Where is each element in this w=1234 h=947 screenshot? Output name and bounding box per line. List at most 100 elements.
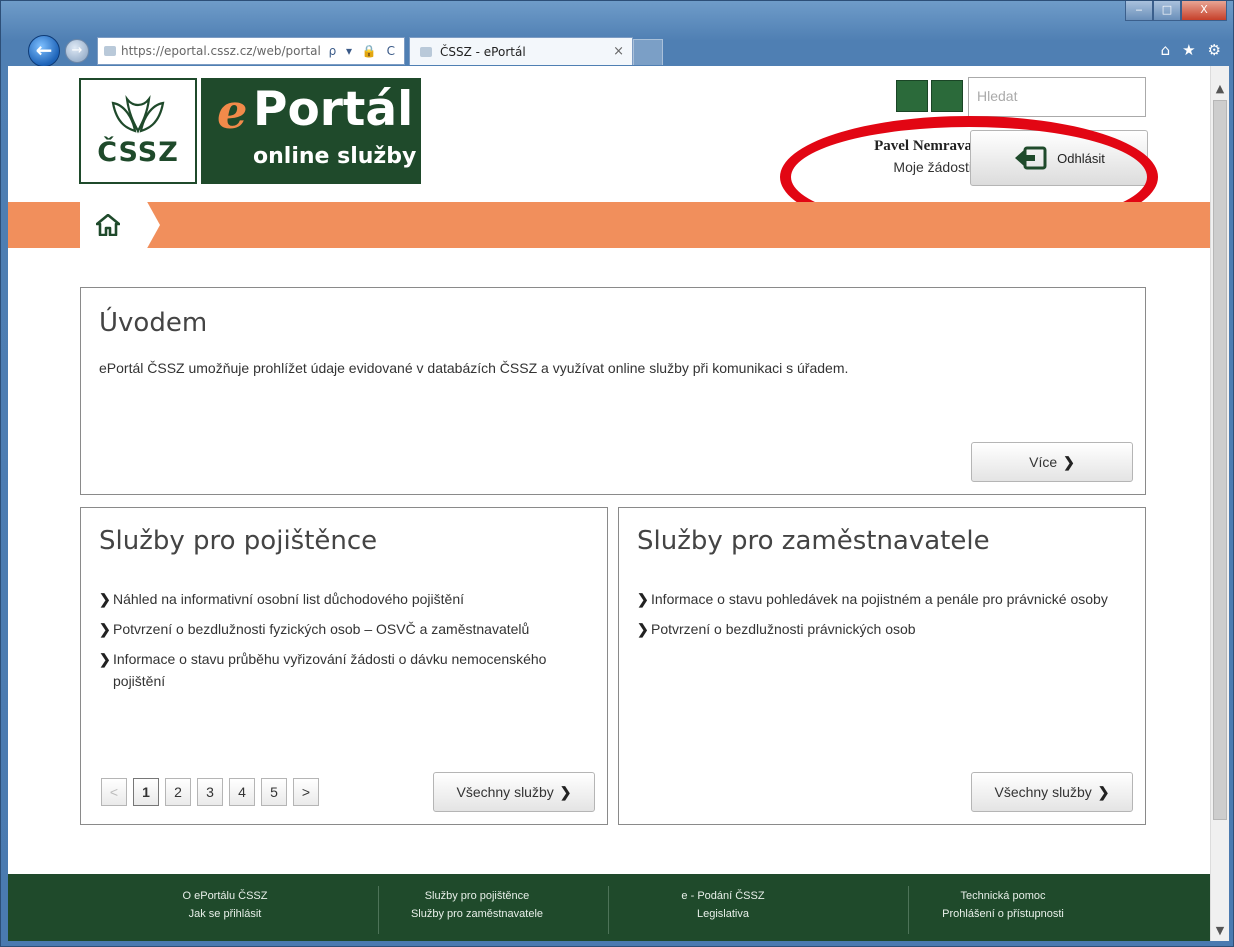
tab-favicon-icon (420, 46, 432, 57)
eportal-e: e (217, 84, 248, 140)
footer-link[interactable]: e - Podání ČSSZ (608, 890, 838, 902)
pager-page-1[interactable]: 1 (133, 778, 159, 806)
url-text[interactable]: https://eportal.cssz.cz/web/portal (121, 44, 323, 58)
chevron-right-icon: ❯ (99, 621, 111, 637)
service-link[interactable]: ❯ Potvrzení o bezdlužnosti právnických os… (637, 618, 1127, 640)
intro-title: Úvodem (99, 308, 208, 338)
minimize-button[interactable]: ‒ (1125, 1, 1153, 21)
all-services-label: Všechny služby (994, 784, 1092, 800)
scroll-down-icon[interactable]: ▼ (1211, 922, 1229, 939)
chevron-right-icon: ❯ (1097, 783, 1110, 800)
page-viewport: ČSSZ e Portál online služby Hledat Pavel… (8, 66, 1210, 941)
pager-page-5[interactable]: 5 (261, 778, 287, 806)
service-link[interactable]: ❯ Informace o stavu pohledávek na pojistn… (637, 588, 1127, 610)
footer-column-2: Služby pro pojištěnce Služby pro zaměstn… (362, 890, 592, 926)
font-decrease-button[interactable] (896, 80, 928, 112)
maximize-button[interactable]: □ (1153, 1, 1181, 21)
pager-page-2[interactable]: 2 (165, 778, 191, 806)
more-label: Více (1029, 454, 1058, 470)
tab-title: ČSSZ - ePortál (440, 44, 526, 59)
more-button[interactable]: Více ❯ (971, 442, 1133, 482)
eportal-subtitle: online služby (253, 144, 417, 169)
service-link[interactable]: ❯ Náhled na informativní osobní list důch… (99, 588, 579, 610)
user-info: Pavel Nemrava Moje žádosti (826, 138, 972, 175)
all-insured-services-button[interactable]: Všechny služby ❯ (433, 772, 595, 812)
star-icon[interactable]: ★ (1182, 41, 1195, 59)
footer-column-1: O ePortálu ČSSZ Jak se přihlásit (110, 890, 340, 926)
footer-link[interactable]: Legislativa (608, 908, 838, 920)
vertical-scrollbar[interactable]: ▲ ▼ (1210, 66, 1229, 941)
service-link-text: Informace o stavu pohledávek na pojistné… (651, 591, 1108, 607)
browser-titlebar: ← → https://eportal.cssz.cz/web/portal ρ… (1, 1, 1233, 67)
insured-services-title: Služby pro pojištěnce (99, 526, 378, 556)
chevron-right-icon: ❯ (559, 783, 572, 800)
scrollbar-thumb[interactable] (1213, 100, 1227, 820)
pager-page-3[interactable]: 3 (197, 778, 223, 806)
chevron-right-icon: ❯ (1063, 453, 1075, 470)
footer-link[interactable]: O ePortálu ČSSZ (110, 890, 340, 902)
footer-link[interactable]: Služby pro pojištěnce (362, 890, 592, 902)
service-link-text: Informace o stavu průběhu vyřizování žád… (113, 651, 547, 689)
cssz-logo: ČSSZ (79, 78, 197, 184)
chevron-right-icon: ❯ (99, 591, 111, 607)
navigation-bar (8, 202, 1210, 248)
footer-link[interactable]: Jak se přihlásit (110, 908, 340, 920)
footer: O ePortálu ČSSZ Jak se přihlásit Služby … (8, 874, 1210, 941)
footer-link[interactable]: Technická pomoc (888, 890, 1118, 902)
all-services-label: Všechny služby (456, 784, 554, 800)
forward-button[interactable]: → (65, 39, 89, 63)
site-favicon-icon (104, 46, 116, 56)
all-employer-services-button[interactable]: Všechny služby ❯ (971, 772, 1133, 812)
font-size-controls (896, 80, 963, 112)
chevron-right-icon: ❯ (637, 621, 649, 637)
search-input[interactable]: Hledat (968, 77, 1146, 117)
employer-services-panel: Služby pro zaměstnavatele ❯ Informace o s… (618, 507, 1146, 825)
eportal-logo[interactable]: ČSSZ e Portál online služby (79, 78, 421, 184)
arrow-left-icon: ← (35, 38, 53, 62)
cssz-flower-icon (111, 94, 165, 133)
my-requests-link[interactable]: Moje žádosti (826, 159, 972, 175)
employer-services-title: Služby pro zaměstnavatele (637, 526, 990, 556)
home-icon[interactable]: ⌂ (1161, 41, 1171, 59)
pager-next-button[interactable]: > (293, 778, 319, 806)
intro-panel: Úvodem ePortál ČSSZ umožňuje prohlížet ú… (80, 287, 1146, 495)
chevron-right-icon: ❯ (99, 651, 111, 667)
service-link-text: Potvrzení o bezdlužnosti právnických oso… (651, 621, 916, 637)
pager-page-4[interactable]: 4 (229, 778, 255, 806)
scroll-up-icon[interactable]: ▲ (1211, 80, 1229, 97)
service-link-text: Náhled na informativní osobní list důcho… (113, 591, 464, 607)
logout-label: Odhlásit (1057, 150, 1105, 166)
font-increase-button[interactable] (931, 80, 963, 112)
logout-button[interactable]: Odhlásit (970, 130, 1148, 186)
service-link[interactable]: ❯ Informace o stavu průběhu vyřizování žá… (99, 648, 579, 692)
gear-icon[interactable]: ⚙ (1208, 41, 1221, 59)
insured-services-list: ❯ Náhled na informativní osobní list důch… (99, 588, 579, 700)
eportal-portal: Portál (253, 82, 414, 137)
footer-link[interactable]: Služby pro zaměstnavatele (362, 908, 592, 920)
footer-column-3: e - Podání ČSSZ Legislativa (608, 890, 838, 926)
home-button[interactable] (80, 202, 160, 248)
address-bar[interactable]: https://eportal.cssz.cz/web/portal ρ ▾ 🔒… (97, 37, 405, 65)
logout-icon (1015, 146, 1047, 170)
eportal-wordmark: e Portál online služby (201, 78, 421, 184)
service-link[interactable]: ❯ Potvrzení o bezdlužnosti fyzických osob… (99, 618, 579, 640)
browser-tab[interactable]: ČSSZ - ePortál × (409, 37, 633, 65)
user-name[interactable]: Pavel Nemrava (826, 138, 972, 155)
window-controls: ‒ □ X (1125, 1, 1227, 21)
insured-services-panel: Služby pro pojištěnce ❯ Náhled na informa… (80, 507, 608, 825)
footer-column-4: Technická pomoc Prohlášení o přístupnost… (888, 890, 1118, 926)
home-icon (96, 214, 120, 236)
back-button[interactable]: ← (28, 35, 60, 67)
tab-close-icon[interactable]: × (613, 44, 632, 59)
new-tab-button[interactable] (633, 39, 663, 65)
employer-services-list: ❯ Informace o stavu pohledávek na pojistn… (637, 588, 1127, 648)
service-link-text: Potvrzení o bezdlužnosti fyzických osob … (113, 621, 530, 637)
footer-link[interactable]: Prohlášení o přístupnosti (888, 908, 1118, 920)
chevron-right-icon: ❯ (637, 591, 649, 607)
pager-prev-button[interactable]: < (101, 778, 127, 806)
pagination: < 1 2 3 4 5 > (101, 778, 319, 806)
close-window-button[interactable]: X (1181, 1, 1227, 21)
arrow-right-icon: → (71, 43, 83, 58)
address-tools[interactable]: ρ ▾ 🔒 C (323, 44, 404, 58)
browser-toolbar-icons: ⌂ ★ ⚙ (1161, 41, 1221, 59)
